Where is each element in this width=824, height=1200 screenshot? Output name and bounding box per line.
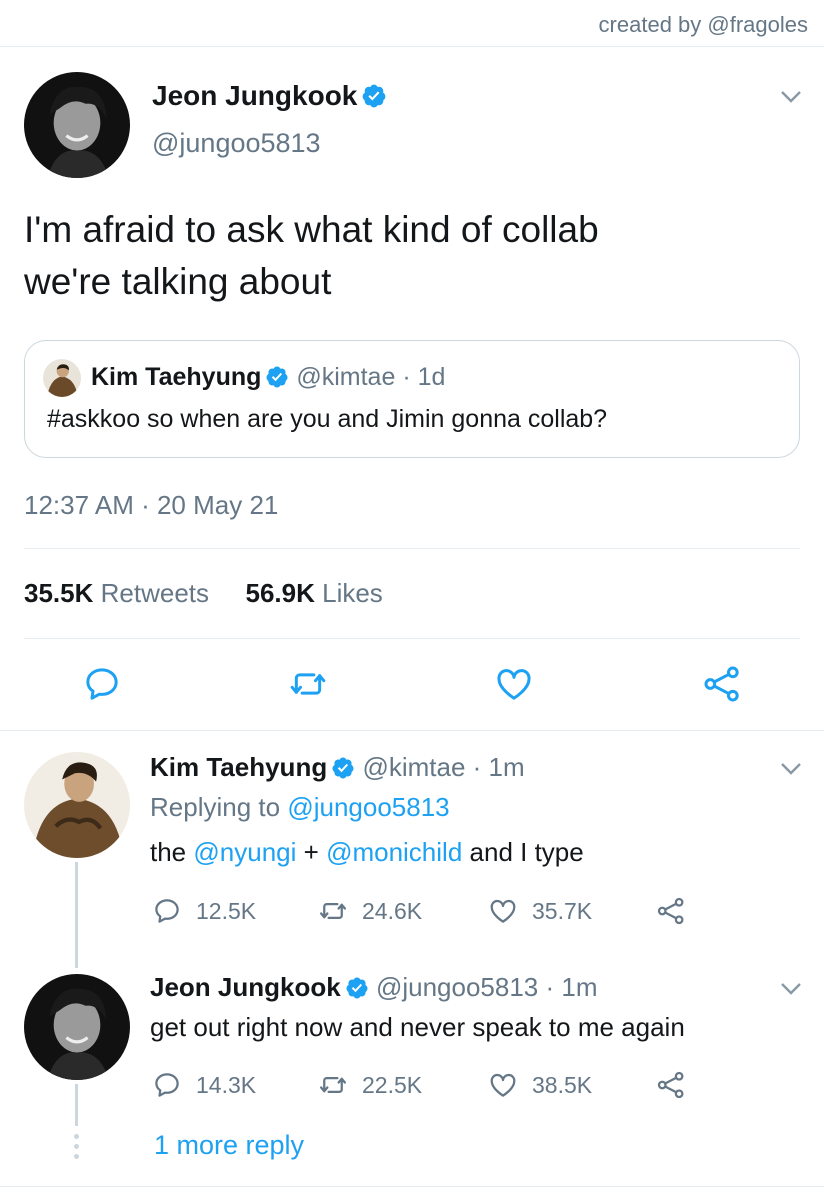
reply-text-start: the [150, 837, 187, 867]
likes-label: Likes [322, 578, 383, 608]
verified-badge-icon [332, 757, 354, 779]
retweet-icon[interactable] [288, 664, 328, 704]
reply-text: the @nyungi + @monichild and I type [150, 837, 584, 868]
thread-connector [75, 1084, 78, 1126]
reply-count: 12.5K [196, 897, 257, 924]
chevron-down-icon[interactable] [780, 90, 802, 104]
retweet-action[interactable]: 24.6K [318, 896, 422, 926]
like-icon [490, 1073, 516, 1097]
reply-time: · 1m [545, 972, 598, 1002]
section-divider [0, 730, 824, 731]
reply-action[interactable]: 12.5K [152, 896, 256, 926]
bottom-divider [0, 1186, 824, 1187]
reply-author-handle[interactable]: @kimtae [362, 752, 465, 782]
reply-author-name[interactable]: Jeon Jungkook [150, 972, 341, 1002]
like-count: 35.7K [532, 897, 593, 924]
share-icon[interactable] [702, 664, 742, 704]
main-author-name[interactable]: Jeon Jungkook [152, 80, 387, 112]
main-author-name-text: Jeon Jungkook [152, 80, 358, 111]
share-icon [657, 897, 684, 925]
replying-to: Replying to @jungoo5813 [150, 792, 450, 823]
more-replies-link[interactable]: 1 more reply [154, 1130, 304, 1161]
retweet-count: 22.5K [362, 1071, 423, 1098]
retweets-label: Retweets [100, 578, 210, 608]
retweet-icon [320, 1077, 346, 1093]
retweet-icon [320, 903, 346, 919]
quoted-time: · 1d [402, 363, 446, 391]
engagement-stats: 35.5K Retweets 56.9K Likes [24, 578, 383, 609]
credit-text: created by @fragoles [598, 12, 808, 37]
quoted-header: Kim Taehyung @kimtae · 1d [91, 363, 445, 392]
replying-to-prefix: Replying to [150, 792, 281, 822]
mention-link[interactable]: @monichild [326, 837, 462, 867]
main-author-handle[interactable]: @jungoo5813 [152, 128, 321, 159]
reply-author-name[interactable]: Kim Taehyung [150, 752, 327, 782]
reply-icon[interactable] [82, 664, 122, 704]
reply-count: 14.3K [196, 1071, 257, 1098]
reply-time: · 1m [472, 752, 525, 782]
thread-dots [73, 1134, 80, 1164]
chevron-down-icon[interactable] [780, 982, 802, 996]
quoted-author-name: Kim Taehyung [91, 363, 262, 391]
like-icon [490, 899, 516, 923]
retweet-count: 24.6K [362, 897, 423, 924]
share-action[interactable] [656, 1070, 700, 1100]
verified-badge-icon [362, 84, 386, 108]
tweet-timestamp[interactable]: 12:37 AM · 20 May 21 [24, 490, 278, 521]
retweet-action[interactable]: 22.5K [318, 1070, 422, 1100]
reply-header: Jeon Jungkook @jungoo5813 · 1m [150, 972, 597, 1003]
reply-icon [155, 899, 179, 923]
share-icon [657, 1071, 684, 1099]
replying-to-mention[interactable]: @jungoo5813 [287, 792, 449, 822]
like-action[interactable]: 38.5K [488, 1070, 592, 1100]
likes-stat[interactable]: 56.9K Likes [245, 578, 382, 608]
reply-action[interactable]: 14.3K [152, 1070, 256, 1100]
reply-avatar[interactable] [24, 752, 130, 858]
main-avatar[interactable] [24, 72, 130, 178]
reply-avatar[interactable] [24, 974, 130, 1080]
reply-author-handle[interactable]: @jungoo5813 [376, 972, 538, 1002]
likes-count: 56.9K [245, 578, 315, 608]
like-icon[interactable] [494, 664, 534, 704]
tweet-text: I'm afraid to ask what kind of collab we… [24, 204, 804, 308]
retweets-count: 35.5K [24, 578, 94, 608]
reply-text-plus: + [303, 837, 319, 867]
quoted-author-handle: @kimtae [296, 363, 396, 391]
verified-badge-icon [266, 366, 288, 388]
quoted-text: #askkoo so when are you and Jimin gonna … [47, 405, 608, 433]
like-action[interactable]: 35.7K [488, 896, 592, 926]
like-count: 38.5K [532, 1071, 593, 1098]
top-divider [0, 46, 824, 47]
quoted-avatar [43, 359, 81, 397]
divider [24, 638, 800, 639]
reply-header: Kim Taehyung @kimtae · 1m [150, 752, 525, 783]
chevron-down-icon[interactable] [780, 762, 802, 776]
reply-text-end: and I type [469, 837, 584, 867]
tweet-text-line1: I'm afraid to ask what kind of collab [24, 209, 599, 250]
thread-connector [75, 862, 78, 968]
divider [24, 548, 800, 549]
reply-text: get out right now and never speak to me … [150, 1012, 685, 1042]
share-action[interactable] [656, 896, 700, 926]
retweets-stat[interactable]: 35.5K Retweets [24, 578, 209, 608]
quoted-tweet-card[interactable]: Kim Taehyung @kimtae · 1d #askkoo so whe… [24, 340, 800, 458]
mention-link[interactable]: @nyungi [193, 837, 296, 867]
tweet-text-line2: we're talking about [24, 261, 332, 302]
verified-badge-icon [346, 977, 368, 999]
reply-icon [155, 1073, 179, 1097]
